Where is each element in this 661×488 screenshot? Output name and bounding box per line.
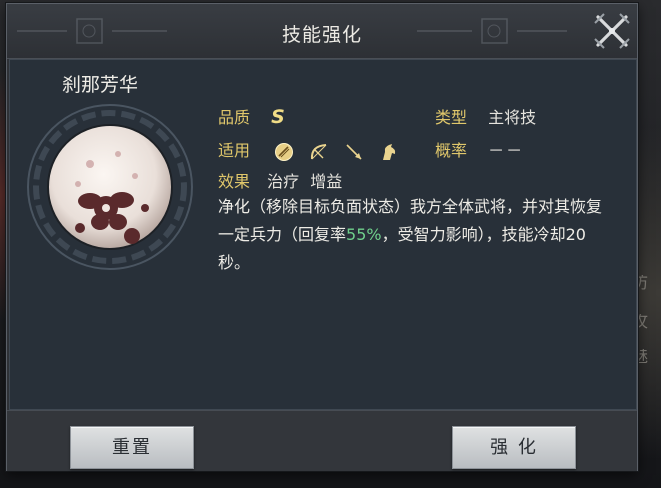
effect-tag-heal: 治疗: [267, 172, 300, 191]
quality-value: S: [271, 106, 285, 128]
dialog-header: 技能强化: [7, 4, 637, 59]
applicable-label: 适用: [218, 141, 251, 160]
description-highlight-value: 55%: [346, 225, 382, 244]
crossed-swords-icon: [594, 13, 630, 49]
spear-icon: [344, 142, 364, 162]
dialog-footer: 重置 强 化: [7, 410, 637, 471]
skill-enhance-dialog: 技能强化 刹那芳华 品质 S 类型 主将技 适用 概率 －－ 效果 治疗 增益 …: [6, 3, 638, 471]
type-value: 主将技: [488, 108, 537, 127]
dialog-title: 技能强化: [281, 24, 362, 46]
bow-icon: [309, 142, 329, 162]
skill-name: 刹那芳华: [62, 74, 139, 96]
type-label: 类型: [435, 108, 468, 127]
quality-row: 品质 S: [218, 104, 285, 128]
close-button[interactable]: [590, 9, 634, 53]
enhance-button[interactable]: 强 化: [452, 426, 576, 469]
shield-icon: [274, 142, 294, 162]
reset-button[interactable]: 重置: [70, 426, 194, 469]
type-row: 类型 主将技: [435, 104, 536, 128]
quality-label: 品质: [218, 108, 251, 127]
chance-value: －－: [488, 141, 525, 160]
skill-description: 净化（移除目标负面状态）我方全体武将，并对其恢复一定兵力（回复率55%，受智力影…: [218, 193, 614, 277]
skill-icon: [20, 96, 200, 278]
effect-label: 效果: [218, 172, 251, 191]
skill-orb-icon: [27, 104, 193, 270]
horse-icon: [379, 142, 399, 162]
applicable-row: 适用: [218, 137, 409, 162]
chance-label: 概率: [435, 141, 468, 160]
chance-row: 概率 －－: [435, 137, 524, 161]
effect-row: 效果 治疗 增益: [218, 168, 342, 192]
skill-detail-panel: 刹那芳华 品质 S 类型 主将技 适用 概率 －－ 效果 治疗 增益 净化（移除…: [9, 59, 637, 410]
effect-tag-buff: 增益: [310, 172, 343, 191]
